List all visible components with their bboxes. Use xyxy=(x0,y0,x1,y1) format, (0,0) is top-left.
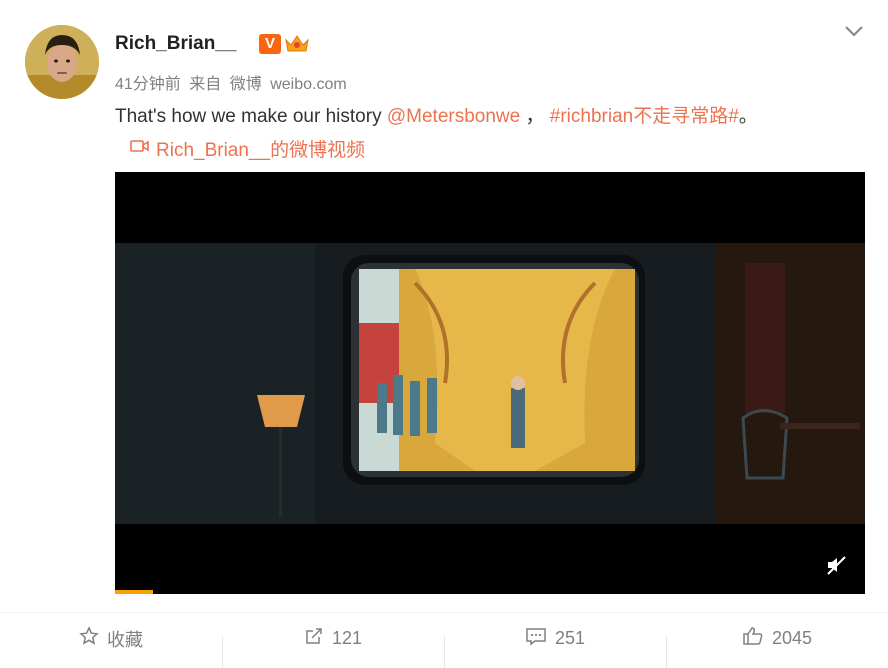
comment-count: 251 xyxy=(554,628,586,648)
text-end: 。 xyxy=(738,106,758,127)
video-link-label: Rich_Brian__的微博视频 xyxy=(156,140,366,161)
video-camera-icon xyxy=(130,138,150,160)
video-player[interactable] xyxy=(115,172,865,594)
chevron-down-icon[interactable] xyxy=(843,22,865,40)
source-prefix: 来自 xyxy=(189,76,222,93)
like-count: 2045 xyxy=(771,628,813,648)
post-text: That's how we make our history @Metersbo… xyxy=(115,101,758,128)
hashtag-link[interactable]: #richbrian不走寻常路# xyxy=(550,106,739,127)
video-source-link[interactable]: Rich_Brian__的微博视频 xyxy=(130,135,365,162)
post-body-text: That's how we make our history xyxy=(115,106,387,127)
like-button[interactable]: 2045 xyxy=(666,626,888,668)
verified-badge-icon: V xyxy=(259,34,281,54)
text-separator: ， xyxy=(520,106,545,127)
post-actions-bar: 收藏 121 251 2045 xyxy=(0,612,888,668)
source-app[interactable]: 微博 xyxy=(230,76,262,93)
thumbs-up-icon xyxy=(742,626,764,651)
star-icon xyxy=(79,626,99,651)
favorite-label: 收藏 xyxy=(107,629,143,650)
crown-icon xyxy=(284,32,310,59)
repost-count: 121 xyxy=(331,628,363,648)
mute-icon[interactable] xyxy=(825,554,847,576)
mention-link[interactable]: @Metersbonwe xyxy=(387,106,520,127)
avatar[interactable] xyxy=(25,25,99,99)
repost-button[interactable]: 121 xyxy=(222,626,444,668)
post-meta: 41分钟前 来自 微博 weibo.com xyxy=(115,70,351,94)
source-site[interactable]: weibo.com xyxy=(270,76,346,93)
post-time[interactable]: 41分钟前 xyxy=(115,76,181,93)
favorite-button[interactable]: 收藏 xyxy=(0,626,222,652)
video-progress-bar[interactable] xyxy=(115,590,153,594)
username[interactable]: Rich_Brian__ xyxy=(115,33,236,55)
comment-button[interactable]: 251 xyxy=(444,626,666,668)
video-frame xyxy=(115,243,865,524)
comment-icon xyxy=(525,626,547,651)
repost-icon xyxy=(304,626,324,651)
